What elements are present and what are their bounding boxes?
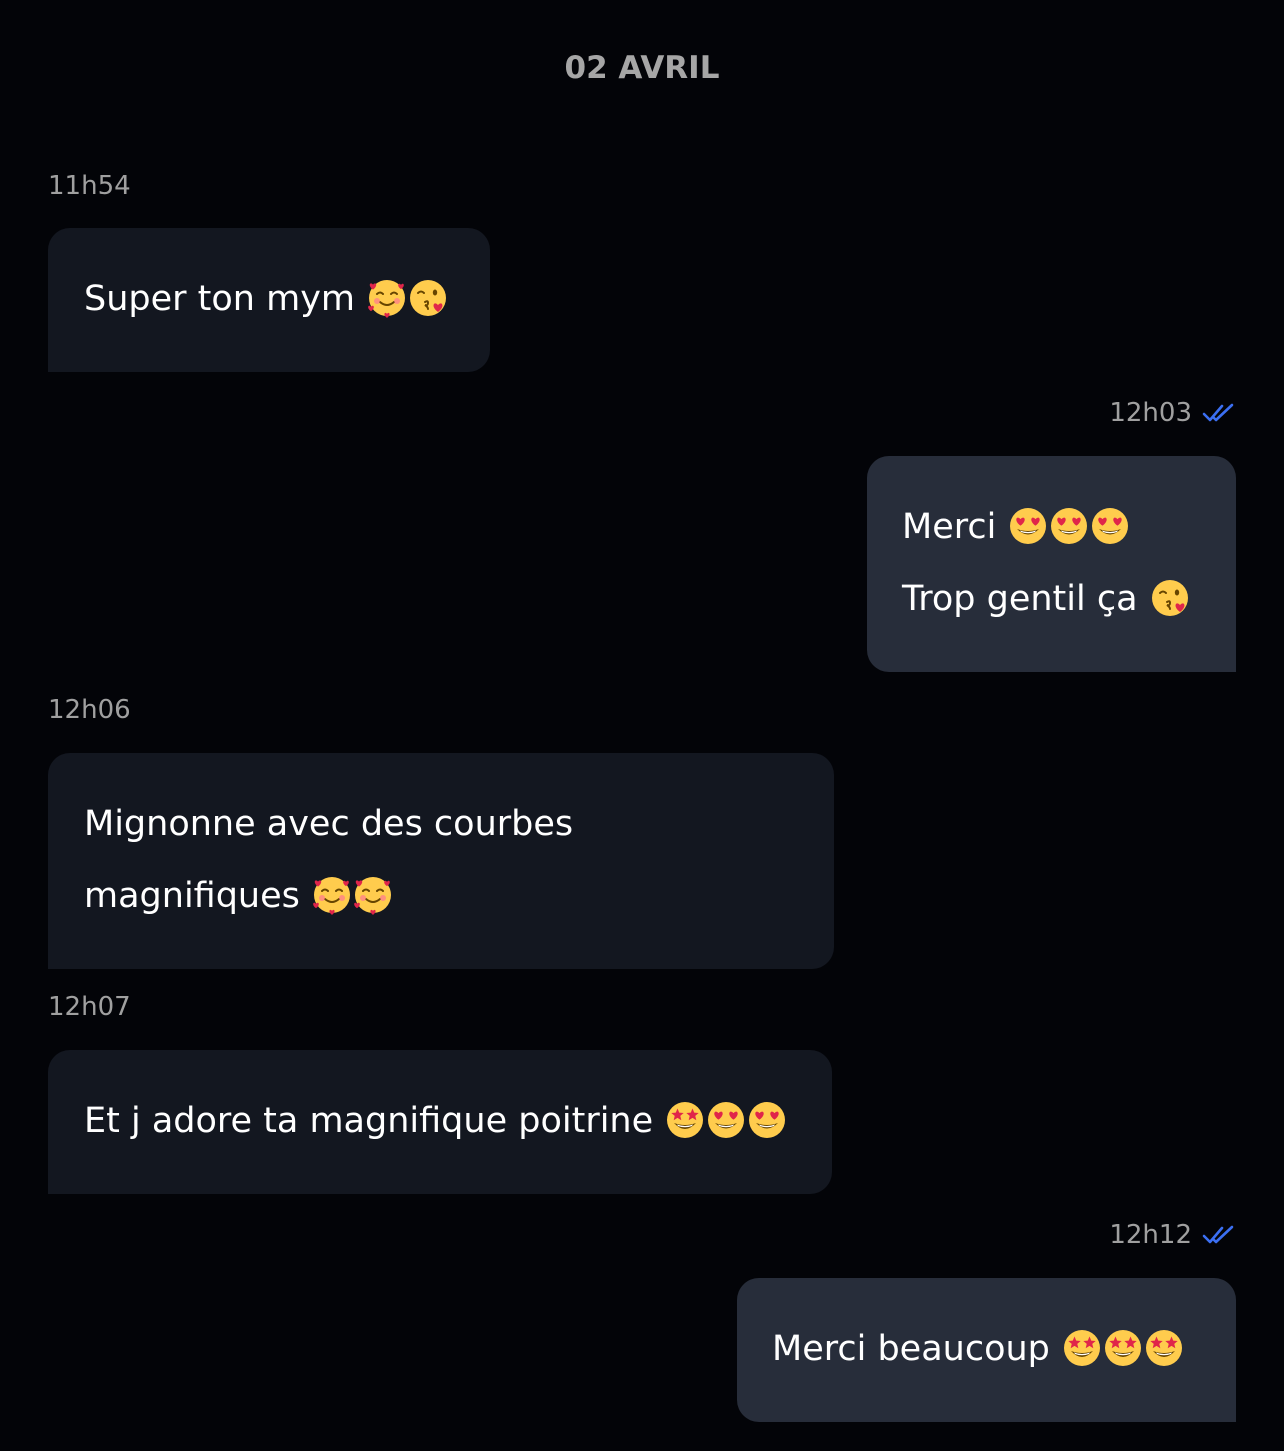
message-text: Merci beaucoup	[772, 1329, 1050, 1369]
message-bubble-incoming[interactable]: Super ton mym	[48, 228, 490, 372]
emoji-group	[1007, 507, 1130, 547]
read-receipt-icon	[1202, 1225, 1234, 1244]
message-bubble-incoming[interactable]: Mignonne avec des courbes magnifiques	[48, 753, 834, 969]
date-header: 02 AVRIL	[564, 50, 720, 86]
star-struck-emoji-icon	[1144, 1321, 1184, 1366]
heart-eyes-emoji-icon	[706, 1093, 746, 1138]
message-line: Super ton mym	[84, 263, 454, 335]
heart-eyes-emoji-icon	[747, 1093, 787, 1138]
message-line: magnifiques	[84, 860, 798, 932]
emoji-group	[664, 1101, 787, 1141]
emoji-group	[366, 279, 448, 319]
message-timestamp: 11h54	[48, 171, 131, 201]
emoji-group	[311, 876, 393, 916]
message-timestamp: 12h12	[1109, 1220, 1192, 1250]
message-line: Merci	[902, 491, 1200, 563]
heart-eyes-emoji-icon	[1090, 499, 1130, 544]
star-struck-emoji-icon	[665, 1093, 705, 1138]
message-timestamp: 12h06	[48, 695, 131, 725]
message-text: magnifiques	[84, 876, 300, 916]
smiling-face-with-hearts-emoji-icon	[367, 271, 407, 318]
message-line: Trop gentil ça	[902, 563, 1200, 635]
message-bubble-outgoing[interactable]: Merci Trop gentil ça	[867, 456, 1236, 672]
message-timestamp: 12h07	[48, 992, 131, 1022]
message-line: Mignonne avec des courbes	[84, 788, 798, 860]
emoji-group	[1149, 579, 1190, 619]
message-text: Mignonne avec des courbes	[84, 804, 574, 844]
smiling-face-with-hearts-emoji-icon	[312, 868, 352, 915]
smiling-face-with-hearts-emoji-icon	[353, 868, 393, 915]
message-bubble-incoming[interactable]: Et j adore ta magnifique poitrine	[48, 1050, 832, 1194]
message-timestamp-row: 12h03	[1109, 397, 1236, 429]
message-line: Merci beaucoup	[772, 1313, 1200, 1385]
heart-eyes-emoji-icon	[1049, 499, 1089, 544]
star-struck-emoji-icon	[1103, 1321, 1143, 1366]
message-line: Et j adore ta magnifique poitrine	[84, 1085, 796, 1157]
message-text: Trop gentil ça	[902, 579, 1138, 619]
message-timestamp-row: 12h12	[1109, 1219, 1236, 1251]
heart-eyes-emoji-icon	[1008, 499, 1048, 544]
star-struck-emoji-icon	[1062, 1321, 1102, 1366]
message-timestamp: 12h03	[1109, 398, 1192, 428]
face-blowing-kiss-emoji-icon	[1150, 571, 1190, 616]
message-bubble-outgoing[interactable]: Merci beaucoup	[737, 1278, 1236, 1422]
message-text: Super ton mym	[84, 279, 356, 319]
read-receipt-icon	[1202, 403, 1234, 422]
emoji-group	[1061, 1329, 1184, 1369]
message-text: Et j adore ta magnifique poitrine	[84, 1101, 654, 1141]
face-blowing-kiss-emoji-icon	[408, 271, 448, 316]
message-text: Merci	[902, 507, 997, 547]
